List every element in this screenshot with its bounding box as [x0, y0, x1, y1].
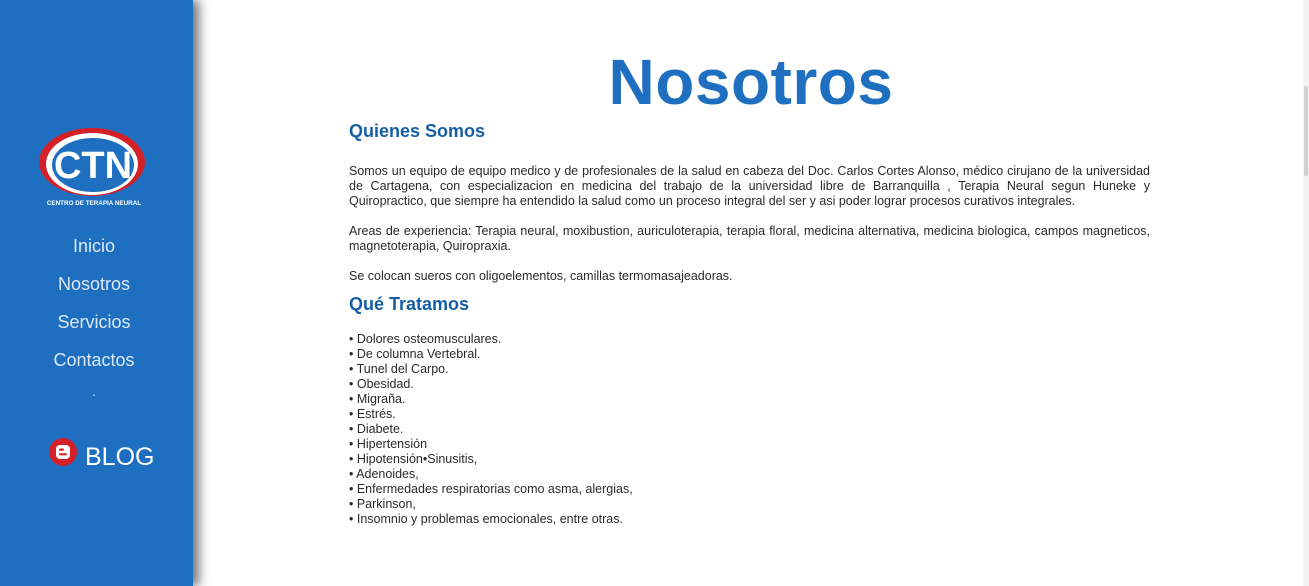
list-item: • De columna Vertebral. [349, 347, 481, 361]
list-item: • Adenoides, [349, 467, 419, 481]
scrollbar-thumb[interactable] [1304, 86, 1308, 176]
sidebar: CTN CENTRO DE TERAPIA NEURAL Inicio Noso… [0, 0, 193, 586]
paragraph-sueros: Se colocan sueros con oligoelementos, ca… [349, 269, 733, 283]
list-item: • Enfermedades respiratorias como asma, … [349, 482, 633, 496]
section-heading-quienes: Quienes Somos [349, 121, 486, 141]
page-title: Nosotros [608, 45, 894, 118]
list-item: • Migraña. [349, 392, 406, 406]
list-item: • Hipertensión [349, 437, 428, 451]
main-content: Quienes Somos Somos un equipo de equipo … [349, 118, 1150, 527]
list-item: • Tunel del Carpo. [349, 362, 449, 376]
section-heading-tratamos: Qué Tratamos [349, 294, 470, 314]
list-item: • Obesidad. [349, 377, 414, 391]
treatment-list: • Dolores osteomusculares. • De columna … [349, 332, 1150, 527]
list-item: • Parkinson, [349, 497, 416, 511]
logo-text: CTN [54, 145, 132, 187]
nav-item-inicio[interactable]: Inicio [0, 227, 188, 265]
blogger-icon [49, 438, 77, 466]
blog-link[interactable]: BLOG [49, 437, 154, 477]
nav-item-servicios[interactable]: Servicios [0, 303, 188, 341]
ctn-logo[interactable]: CTN CENTRO DE TERAPIA NEURAL [38, 126, 150, 210]
list-item: • Estrés. [349, 407, 396, 421]
list-item: • Dolores osteomusculares. [349, 332, 502, 346]
blog-label: BLOG [85, 442, 155, 471]
scrollbar[interactable] [1303, 0, 1309, 586]
ctn-logo-graphic: CTN CENTRO DE TERAPIA NEURAL [39, 128, 145, 207]
nav-item-nosotros[interactable]: Nosotros [0, 265, 188, 303]
list-item: • Hipotensión•Sinusitis, [349, 452, 478, 466]
list-item: • Insomnio y problemas emocionales, entr… [349, 512, 623, 526]
paragraph-intro: Somos un equipo de equipo medico y de pr… [349, 164, 1150, 208]
list-item: • Diabete. [349, 422, 404, 436]
main-nav: Inicio Nosotros Servicios Contactos [0, 227, 188, 379]
nav-dot: . [92, 383, 96, 399]
logo-subtitle: CENTRO DE TERAPIA NEURAL [47, 200, 141, 207]
paragraph-areas: Areas de experiencia: Terapia neural, mo… [349, 224, 1150, 253]
nav-item-contactos[interactable]: Contactos [0, 341, 188, 379]
